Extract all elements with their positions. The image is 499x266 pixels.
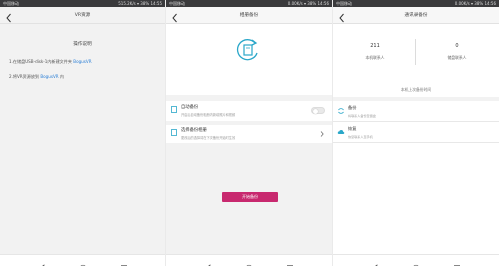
backup-title: 备份	[348, 105, 357, 110]
auto-backup-title: 自动备份	[181, 105, 199, 110]
nav-back-button[interactable]	[204, 257, 212, 266]
instruction-step-2: 2.将VR资源放到 BogusVR 内	[9, 74, 64, 80]
select-album-title: 选择备份相册	[181, 128, 207, 133]
disk-contacts-stat: 0 储盘联系人	[427, 43, 487, 61]
nav-back-button[interactable]	[38, 257, 46, 266]
back-button[interactable]	[337, 9, 347, 23]
instruction-step-1: 1.在储盘USB-disk-1内新建文件夹 BogusVR	[9, 59, 92, 65]
page-title: 通讯录备份	[404, 13, 428, 18]
row-divider	[333, 142, 499, 143]
header: 通讯录备份	[333, 7, 499, 24]
stat-divider	[415, 39, 416, 65]
instruction-step-1-text: 1.在储盘USB-disk-1内新建文件夹	[9, 59, 74, 64]
chevron-right-icon	[320, 131, 324, 137]
chevron-left-icon	[172, 13, 177, 23]
restore-subtitle: 恢复联系人至手机	[348, 135, 373, 139]
nav-home-button[interactable]	[245, 257, 253, 266]
document-icon	[171, 106, 177, 113]
nav-recents-button[interactable]	[120, 257, 128, 266]
local-contacts-stat: 211 本机联系人	[345, 43, 405, 61]
back-button[interactable]	[4, 9, 14, 23]
navigation-bar	[333, 254, 499, 266]
status-right: 0.00K/s ▾ 38% 14:56	[287, 1, 329, 6]
instructions-heading: 操作说明	[73, 42, 92, 47]
nav-home-button[interactable]	[412, 257, 420, 266]
navigation-bar	[0, 254, 165, 266]
status-right: 0.00K/s ▾ 38% 14:56	[454, 1, 496, 6]
chevron-left-icon	[339, 13, 344, 23]
restore-title: 恢复	[348, 126, 357, 131]
folder-name-highlight: BogusVR	[73, 59, 92, 64]
nav-back-button[interactable]	[371, 257, 379, 266]
nav-recents-button[interactable]	[453, 257, 461, 266]
auto-backup-subtitle: 开启后自动备份相册内新增照片和视频	[181, 113, 236, 117]
status-bar: 中国移动 515.2K/s ▾ 38% 14:55	[0, 0, 165, 7]
header: VR资源	[0, 7, 165, 24]
carrier-label: 中国移动	[336, 1, 352, 6]
local-contacts-label: 本机联系人	[365, 55, 385, 60]
cloud-icon	[337, 129, 345, 134]
start-backup-button[interactable]: 开始备份	[222, 192, 278, 202]
page-title: 相册备份	[239, 13, 259, 18]
nav-recents-button[interactable]	[286, 257, 294, 266]
contacts-backup-screen: 中国移动 0.00K/s ▾ 38% 14:56 通讯录备份 211 本机联系人…	[333, 0, 499, 266]
restore-row[interactable]: 恢复 恢复联系人至手机	[333, 122, 499, 142]
instruction-step-2-text: 2.将VR资源放到	[9, 74, 41, 79]
header: 相册备份	[166, 7, 332, 24]
status-bar: 中国移动 0.00K/s ▾ 38% 14:56	[166, 0, 332, 7]
disk-contacts-count: 0	[455, 43, 459, 49]
local-contacts-count: 211	[370, 43, 380, 49]
page-title: VR资源	[74, 13, 91, 18]
toggle-knob	[312, 108, 318, 114]
instruction-step-2-suffix: 内	[58, 74, 65, 79]
nav-home-button[interactable]	[79, 257, 87, 266]
carrier-label: 中国移动	[3, 1, 19, 6]
auto-backup-row[interactable]: 自动备份 开启后自动备份相册内新增照片和视频	[166, 101, 332, 121]
carrier-label: 中国移动	[169, 1, 185, 6]
chevron-left-icon	[6, 13, 11, 23]
select-album-subtitle: 更改后的选择将在下次备份开始时生效	[181, 136, 236, 140]
disk-contacts-label: 储盘联系人	[447, 55, 467, 60]
folder-name-highlight: BogusVR	[40, 74, 59, 79]
select-album-row[interactable]: 选择备份相册 更改后的选择将在下次备份开始时生效	[166, 125, 332, 143]
vr-resource-screen: 中国移动 515.2K/s ▾ 38% 14:55 VR资源 操作说明 1.在储…	[0, 0, 165, 266]
backup-row[interactable]: 备份 将联系人备份至储盘	[333, 101, 499, 121]
document-icon	[171, 129, 177, 136]
auto-backup-toggle[interactable]	[311, 107, 325, 114]
navigation-bar	[166, 254, 332, 266]
back-button[interactable]	[170, 9, 180, 23]
photo-sync-icon	[236, 39, 258, 61]
album-backup-screen: 中国移动 0.00K/s ▾ 38% 14:56 相册备份 自动备份 开启后自动…	[166, 0, 332, 266]
last-backup-time: 本机上次备份时间	[400, 87, 432, 92]
sync-icon	[338, 108, 344, 114]
status-bar: 中国移动 0.00K/s ▾ 38% 14:56	[333, 0, 499, 7]
backup-subtitle: 将联系人备份至储盘	[348, 114, 376, 118]
status-right: 515.2K/s ▾ 38% 14:55	[118, 1, 162, 6]
